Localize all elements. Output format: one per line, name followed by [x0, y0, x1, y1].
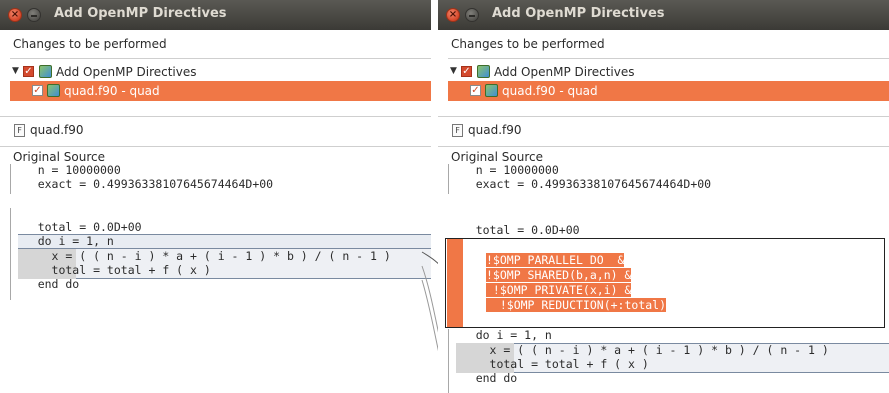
- checkbox-checked-icon[interactable]: ✓: [470, 85, 481, 96]
- omp-directive-line: !$OMP PARALLEL DO &: [486, 253, 625, 267]
- file-change-icon: [485, 84, 498, 97]
- file-name: quad.f90: [30, 123, 84, 137]
- title-bar: × Add OpenMP Directives: [0, 0, 431, 30]
- tree-root-label: Add OpenMP Directives: [56, 65, 197, 79]
- tree-item-file[interactable]: ✓ quad.f90 - quad: [448, 81, 889, 101]
- code-line: do i = 1, n: [448, 328, 552, 342]
- refactor-icon: [477, 65, 490, 78]
- code-block-upper: n = 10000000 exact = 0.49936338107645674…: [448, 164, 889, 194]
- close-icon[interactable]: ×: [446, 8, 460, 22]
- file-name: quad.f90: [468, 123, 522, 137]
- changes-label: Changes to be performed: [13, 37, 167, 51]
- changes-tree: ▼ ✓ Add OpenMP Directives ✓ quad.f90 - q…: [10, 58, 431, 116]
- tree-child-label: quad.f90 - quad: [502, 84, 598, 98]
- divider: [438, 146, 889, 147]
- minimize-icon[interactable]: [27, 8, 41, 22]
- code-line: exact = 0.49936338107645674464D+00: [448, 177, 712, 191]
- section-label: Original Source: [13, 150, 105, 164]
- inserted-directives-block: !$OMP PARALLEL DO & !$OMP SHARED(b,a,n) …: [445, 238, 885, 328]
- minimize-icon[interactable]: [465, 8, 479, 22]
- code-line: total = total + f ( x ): [448, 357, 649, 371]
- tree-child-label: quad.f90 - quad: [64, 84, 160, 98]
- checkbox-checked-icon[interactable]: ✓: [461, 66, 472, 77]
- code-line: end do: [10, 277, 80, 291]
- section-label: Original Source: [451, 150, 543, 164]
- divider: [0, 116, 431, 117]
- changes-label: Changes to be performed: [451, 37, 605, 51]
- insertion-marker: [447, 239, 463, 327]
- tree-item-file[interactable]: ✓ quad.f90 - quad: [10, 81, 431, 101]
- divider: [0, 146, 431, 147]
- checkbox-checked-icon[interactable]: ✓: [23, 66, 34, 77]
- tree-root-label: Add OpenMP Directives: [494, 65, 635, 79]
- omp-directive-line: !$OMP PRIVATE(x,i) &: [486, 283, 632, 297]
- code-line: do i = 1, n: [10, 234, 114, 248]
- fortran-file-icon: F: [14, 124, 25, 137]
- file-change-icon: [47, 84, 60, 97]
- title-bar: × Add OpenMP Directives: [438, 0, 889, 30]
- code-block-lower: total = 0.0D+00 do i = 1, n x = ( ( n - …: [10, 208, 431, 300]
- code-line: n = 10000000: [448, 163, 559, 177]
- code-line: end do: [448, 371, 518, 385]
- code-block-total: total = 0.0D+00: [448, 224, 889, 238]
- checkbox-checked-icon[interactable]: ✓: [32, 85, 43, 96]
- code-block-lower: do i = 1, n x = ( ( n - i ) * a + ( i - …: [448, 329, 889, 393]
- refactor-icon: [39, 65, 52, 78]
- left-dialog: × Add OpenMP Directives Changes to be pe…: [0, 0, 431, 393]
- code-line: total = 0.0D+00: [10, 220, 142, 234]
- fortran-file-icon: F: [452, 124, 463, 137]
- close-icon[interactable]: ×: [8, 8, 22, 22]
- tree-item-root[interactable]: ▼ ✓ Add OpenMP Directives: [448, 62, 889, 82]
- expand-triangle-icon[interactable]: ▼: [450, 66, 457, 76]
- changes-tree: ▼ ✓ Add OpenMP Directives ✓ quad.f90 - q…: [448, 58, 889, 116]
- dialog-title: Add OpenMP Directives: [492, 6, 665, 21]
- code-line: total = 0.0D+00: [448, 223, 580, 237]
- tree-item-root[interactable]: ▼ ✓ Add OpenMP Directives: [10, 62, 431, 82]
- code-block-upper: n = 10000000 exact = 0.49936338107645674…: [10, 164, 431, 194]
- divider: [438, 116, 889, 117]
- code-line: exact = 0.49936338107645674464D+00: [10, 177, 274, 191]
- dialog-title: Add OpenMP Directives: [54, 6, 227, 21]
- omp-directive-line: !$OMP REDUCTION(+:total): [486, 298, 667, 312]
- code-line: n = 10000000: [10, 163, 121, 177]
- omp-directive-line: !$OMP SHARED(b,a,n) &: [486, 268, 632, 282]
- code-line: x = ( ( n - i ) * a + ( i - 1 ) * b ) / …: [448, 343, 829, 357]
- code-line: total = total + f ( x ): [10, 263, 211, 277]
- right-dialog: × Add OpenMP Directives Changes to be pe…: [438, 0, 889, 393]
- expand-triangle-icon[interactable]: ▼: [12, 66, 19, 76]
- code-line: x = ( ( n - i ) * a + ( i - 1 ) * b ) / …: [10, 249, 391, 263]
